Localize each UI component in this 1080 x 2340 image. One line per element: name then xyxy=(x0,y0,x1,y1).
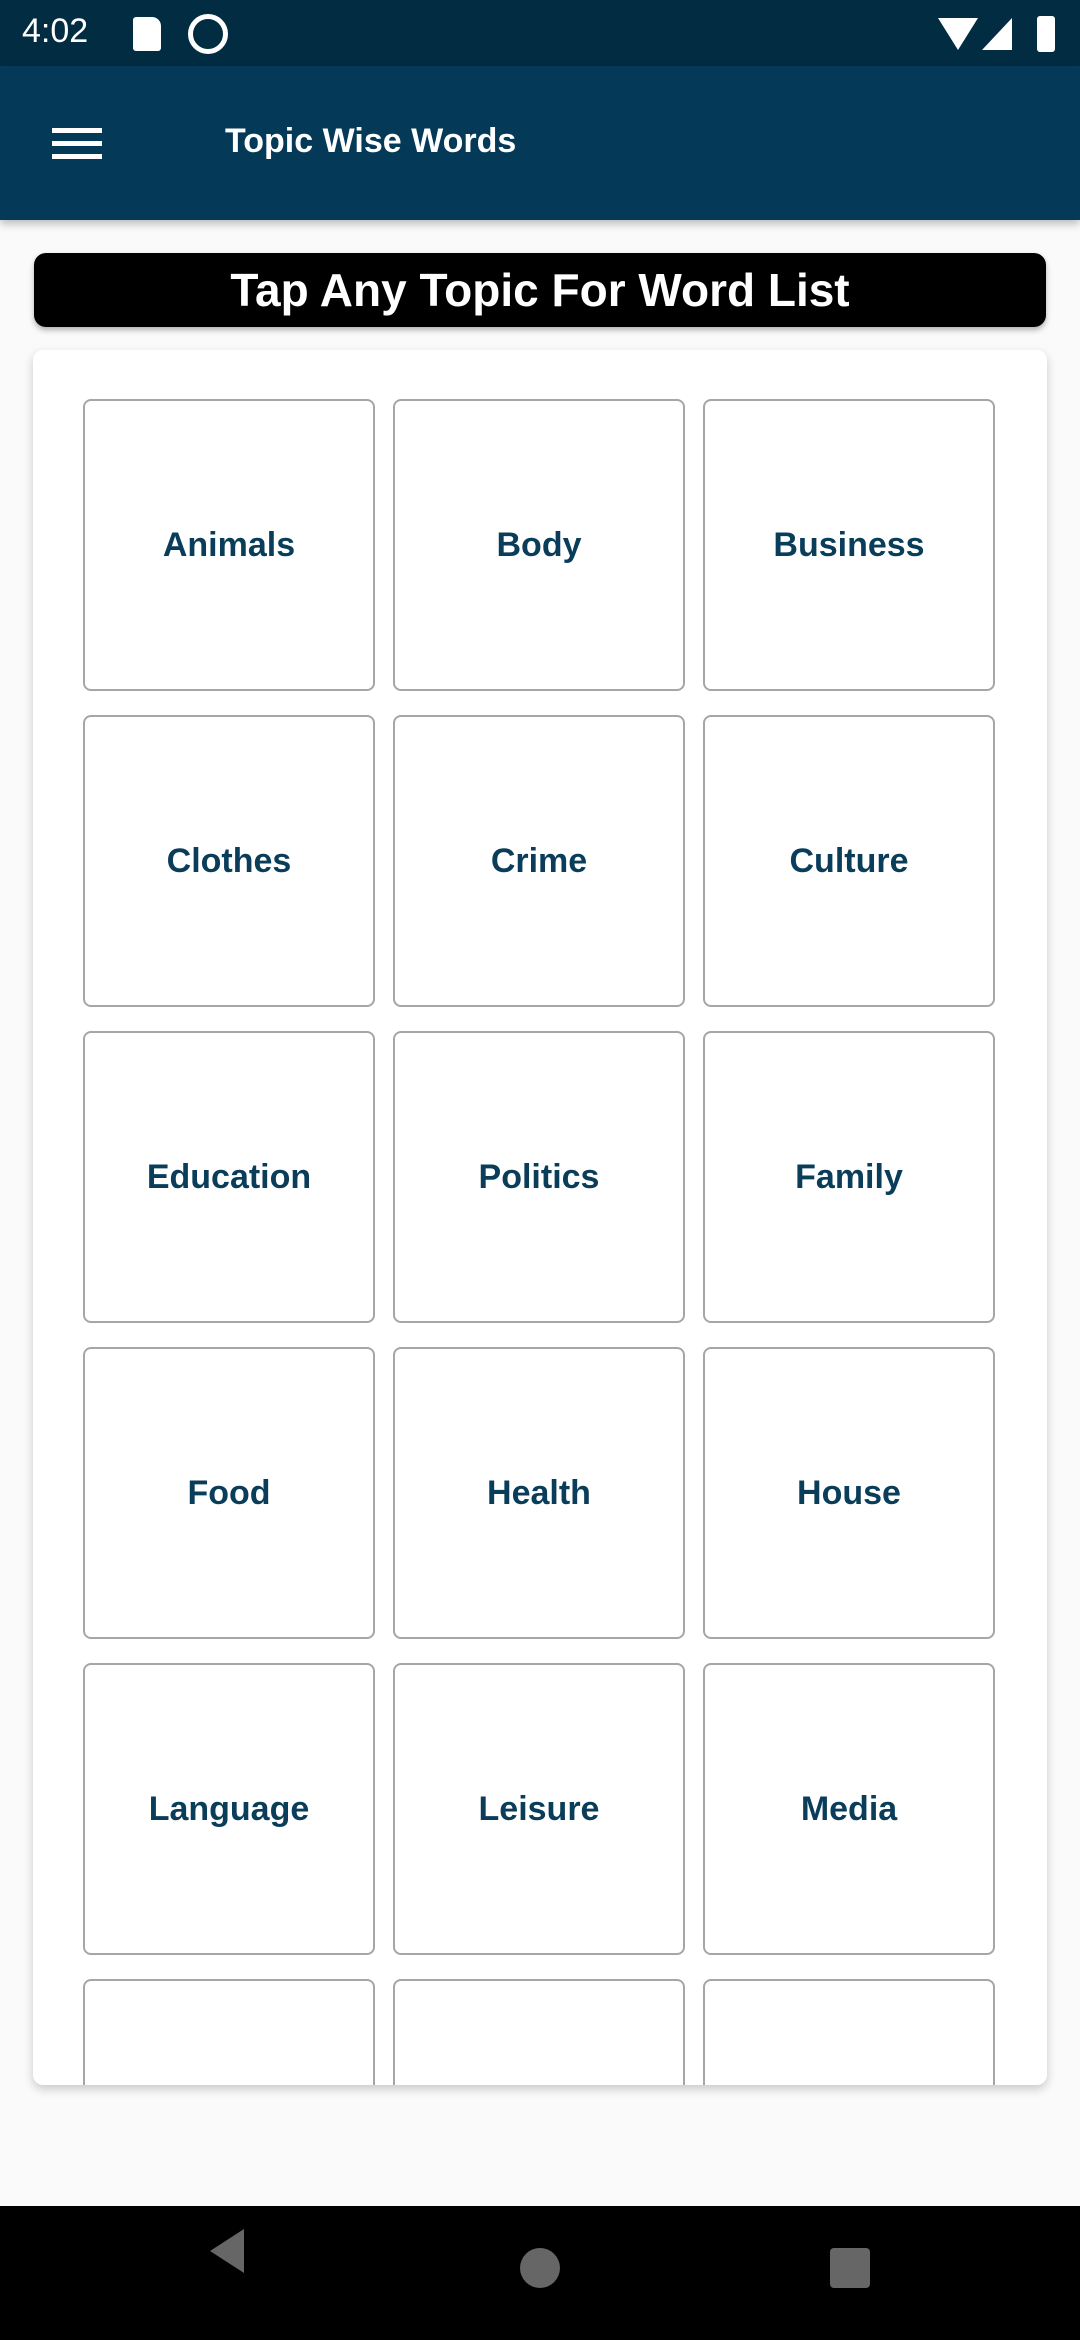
topic-tile[interactable]: Food xyxy=(83,1347,375,1639)
topic-grid: Animals Body Business Clothes Crime Culture Ed… xyxy=(33,350,1047,2085)
back-icon[interactable] xyxy=(206,2226,250,2276)
status-bar: 4:02 xyxy=(0,0,1080,66)
home-icon[interactable] xyxy=(520,2248,560,2288)
topic-tile[interactable]: Clothes xyxy=(83,715,375,1007)
status-time: 4:02 xyxy=(22,12,89,50)
recents-icon[interactable] xyxy=(830,2248,870,2288)
page-title: Topic Wise Words xyxy=(225,122,517,160)
topic-tile[interactable]: Leisure xyxy=(393,1663,685,1955)
topic-tile[interactable]: Body xyxy=(393,399,685,691)
topic-tile[interactable] xyxy=(703,1979,995,2085)
topic-tile[interactable]: Culture xyxy=(703,715,995,1007)
signal-icon xyxy=(982,18,1012,50)
topic-tile[interactable]: Crime xyxy=(393,715,685,1007)
sd-card-icon xyxy=(133,17,161,51)
topic-tile[interactable]: Health xyxy=(393,1347,685,1639)
topic-tile[interactable]: Family xyxy=(703,1031,995,1323)
hamburger-menu-icon[interactable] xyxy=(52,128,102,160)
instruction-banner: Tap Any Topic For Word List xyxy=(34,253,1046,327)
topic-tile[interactable] xyxy=(393,1979,685,2085)
topic-tile[interactable]: House xyxy=(703,1347,995,1639)
topic-tile[interactable]: Politics xyxy=(393,1031,685,1323)
topic-tile[interactable]: Business xyxy=(703,399,995,691)
topic-tile[interactable]: Language xyxy=(83,1663,375,1955)
app-bar: Topic Wise Words xyxy=(0,66,1080,220)
wifi-icon xyxy=(938,18,978,50)
battery-icon xyxy=(1037,16,1055,52)
data-saver-icon xyxy=(188,14,228,54)
topic-tile[interactable]: Animals xyxy=(83,399,375,691)
topic-tile[interactable] xyxy=(83,1979,375,2085)
topic-tile[interactable]: Media xyxy=(703,1663,995,1955)
topic-tile[interactable]: Education xyxy=(83,1031,375,1323)
